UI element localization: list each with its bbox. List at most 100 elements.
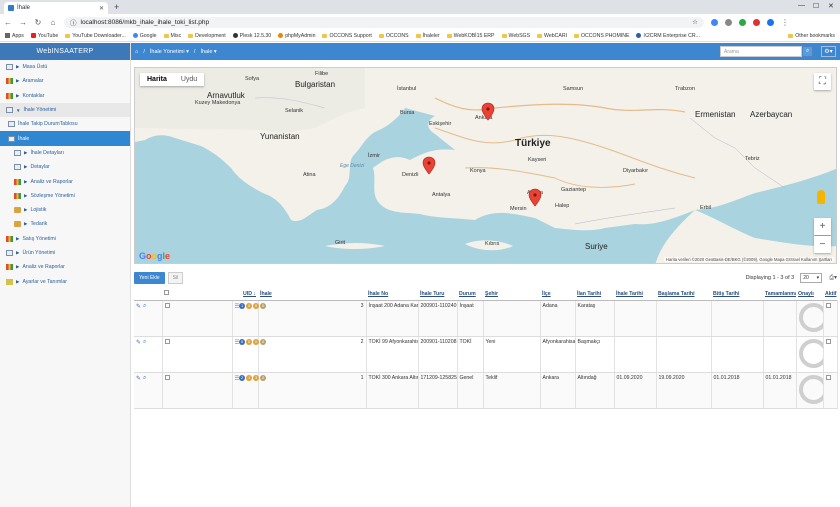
url-input[interactable]: ⓘ localhost:8086/mkb_ihale_ihale_toki_li… (64, 16, 704, 28)
bookmark-youtube[interactable]: YouTube (30, 33, 58, 39)
header-ilce[interactable]: İlçe (540, 288, 575, 301)
count-badge[interactable]: 2 (239, 374, 246, 381)
row-checkbox[interactable] (164, 374, 170, 380)
sidebar-item-ihale-yonetimi[interactable]: ▼ İhale Yönetimi (0, 102, 130, 118)
window-close-icon[interactable]: ✕ (828, 2, 834, 10)
extension-icon[interactable] (753, 18, 760, 26)
bookmark-phpmyadmin[interactable]: phpMyAdmin (278, 33, 315, 39)
view-icon[interactable]: ⌕ (143, 375, 146, 382)
edit-icon[interactable]: ✎ (136, 303, 141, 310)
street-view-icon[interactable] (817, 190, 825, 204)
view-icon[interactable]: ⌕ (143, 303, 146, 310)
count-badge[interactable]: 1 (239, 302, 246, 309)
count-badge[interactable]: 3 (253, 374, 260, 381)
select-all-checkbox[interactable] (164, 290, 169, 296)
map-view[interactable]: Harita Uydu ⛶ + − Filibe Bulgaristan Sof… (134, 67, 837, 264)
header-onayli[interactable]: Onaylı (796, 288, 823, 301)
bookmark-plesk[interactable]: Plesk 12.5.30 (232, 33, 271, 39)
sidebar-item-masa-ustu[interactable]: ▶ Masa Üstü (0, 60, 130, 74)
count-badge[interactable]: 2 (260, 374, 267, 381)
bookmark-occons[interactable]: OCCONS (378, 33, 409, 39)
map-tab-harita[interactable]: Harita (140, 73, 174, 86)
sidebar-item-ihale-takip[interactable]: İhale Takip DurumTablosu (0, 117, 130, 131)
bookmark-webkobi[interactable]: WebKOBİ15 ERP (446, 33, 495, 39)
header-tamamlanma[interactable]: Tamamlanma (763, 288, 796, 301)
sidebar-item-satis[interactable]: ▶ Satış Yönetimi (0, 232, 130, 246)
extension-icon[interactable] (711, 18, 718, 26)
header-ihale-tarihi[interactable]: İhale Tarihi (614, 288, 656, 301)
count-badge[interactable]: 0 (239, 338, 246, 345)
map-tab-uydu[interactable]: Uydu (174, 73, 204, 86)
extension-icon[interactable] (739, 18, 746, 26)
view-icon[interactable]: ⌕ (143, 339, 146, 346)
count-badge[interactable]: 0 (246, 302, 253, 309)
count-badge[interactable]: 0 (246, 338, 253, 345)
count-badge[interactable]: 0 (260, 302, 267, 309)
table-row[interactable]: ✎⌕ ☰2132 1 TOKİ 300 Ankara Altındağ 1712… (134, 372, 838, 409)
home-icon[interactable]: ⌂ (135, 49, 138, 55)
sidebar-item-sozlesme[interactable]: ▶ Sözleşme Yönetimi (0, 189, 130, 203)
table-row[interactable]: ✎⌕ ☰0000 2 TOKİ 99 Afyonkarahisar Başmak… (134, 336, 838, 373)
sidebar-item-aramalar[interactable]: ▶ Aramalar (0, 74, 130, 88)
sidebar-item-detaylar[interactable]: ▶ Detaylar (0, 160, 130, 174)
edit-icon[interactable]: ✎ (136, 375, 141, 382)
count-badge[interactable]: 0 (260, 338, 267, 345)
delete-button[interactable]: Sil (167, 272, 184, 284)
star-icon[interactable]: ☆ (692, 18, 698, 26)
header-bitis-tarihi[interactable]: Bitiş Tarihi (711, 288, 763, 301)
bookmark-other[interactable]: Other bookmarks (788, 33, 835, 39)
header-durum[interactable]: Durum (457, 288, 483, 301)
header-uid[interactable]: UID ↓ (232, 288, 258, 301)
sidebar-item-analiz-raporlar[interactable]: ▶ Analiz ve Raporlar (0, 174, 130, 188)
back-icon[interactable]: ← (4, 18, 12, 27)
sidebar-item-kontaklar[interactable]: ▶ Kontaklar (0, 89, 130, 103)
bookmark-development[interactable]: Development (188, 33, 226, 39)
sidebar-item-urun[interactable]: ▶ Ürün Yönetimi (0, 246, 130, 260)
forward-icon[interactable]: → (19, 18, 27, 27)
row-checkbox[interactable] (164, 302, 170, 308)
header-sehir[interactable]: Şehir (483, 288, 540, 301)
zoom-in-button[interactable]: + (814, 218, 831, 235)
header-baslama-tarihi[interactable]: Başlama Tarihi (656, 288, 711, 301)
breadcrumb-ihale-yonetimi[interactable]: İhale Yönetimi ▾ (150, 49, 189, 55)
bookmark-ihaleler[interactable]: İhaleler (415, 33, 440, 39)
sidebar-item-analiz-raporlar-2[interactable]: ▶ Analiz ve Raporlar (0, 260, 130, 274)
bookmark-misc[interactable]: Misc (163, 33, 181, 39)
home-icon[interactable]: ⌂ (49, 18, 57, 27)
count-badge[interactable]: 0 (253, 302, 260, 309)
minimize-icon[interactable]: — (798, 2, 805, 9)
reload-icon[interactable]: ↻ (34, 18, 42, 27)
close-icon[interactable]: ✕ (99, 5, 104, 12)
edit-icon[interactable]: ✎ (136, 339, 141, 346)
search-input[interactable]: Arama (720, 46, 802, 57)
zoom-out-button[interactable]: − (814, 236, 831, 253)
bookmark-occons-support[interactable]: OCCONS Support (322, 33, 372, 39)
new-tab-icon[interactable]: + (114, 2, 119, 12)
export-icon[interactable]: ⎙▾ (829, 274, 837, 282)
bookmark-webcari[interactable]: WebCARI (537, 33, 567, 39)
bookmark-occons-phomine[interactable]: OCCONS PHOMINE (574, 33, 629, 39)
sidebar-item-ayarlar[interactable]: ▶ Ayarlar ve Tanımlar (0, 274, 130, 288)
bookmark-youtube-downloader[interactable]: YouTube Downloader... (65, 33, 126, 39)
count-badge[interactable]: 1 (246, 374, 253, 381)
header-aktif[interactable]: Aktif (823, 288, 837, 301)
row-checkbox[interactable] (164, 338, 170, 344)
header-ilan-tarihi[interactable]: İlan Tarihi (575, 288, 614, 301)
page-size-select[interactable]: 20 ▾ (800, 273, 823, 283)
sidebar-item-ihale[interactable]: İhale (0, 131, 130, 146)
brand-logo[interactable]: WebINSAATERP (0, 43, 130, 60)
map-attribution[interactable]: Harita verileri ©2020 GeoBasis-DE/BKG (©… (663, 257, 834, 262)
header-ihale-no[interactable]: İhale No (366, 288, 418, 301)
new-button[interactable]: Yeni Ekle (134, 272, 165, 284)
sidebar-item-lojistik[interactable]: ▶ Lojistik (0, 203, 130, 217)
extension-icon[interactable] (725, 18, 732, 26)
header-ihale-turu[interactable]: İhale Turu (418, 288, 457, 301)
browser-tab[interactable]: İhale ✕ (4, 2, 108, 14)
bookmark-apps[interactable]: Apps (5, 33, 24, 39)
sidebar-item-tedarik[interactable]: ▶ Tedarik (0, 217, 130, 231)
breadcrumb-ihale[interactable]: İhale ▾ (200, 49, 216, 55)
search-icon[interactable]: ⌕ (802, 46, 813, 57)
header-ihale[interactable]: İhale (258, 288, 366, 301)
bookmark-x2crm[interactable]: X2CRM Enterprise CR... (636, 33, 700, 39)
table-row[interactable]: ✎⌕ ☰1000 3 İnşaat 200 Adana Karataş 2009… (134, 300, 838, 337)
